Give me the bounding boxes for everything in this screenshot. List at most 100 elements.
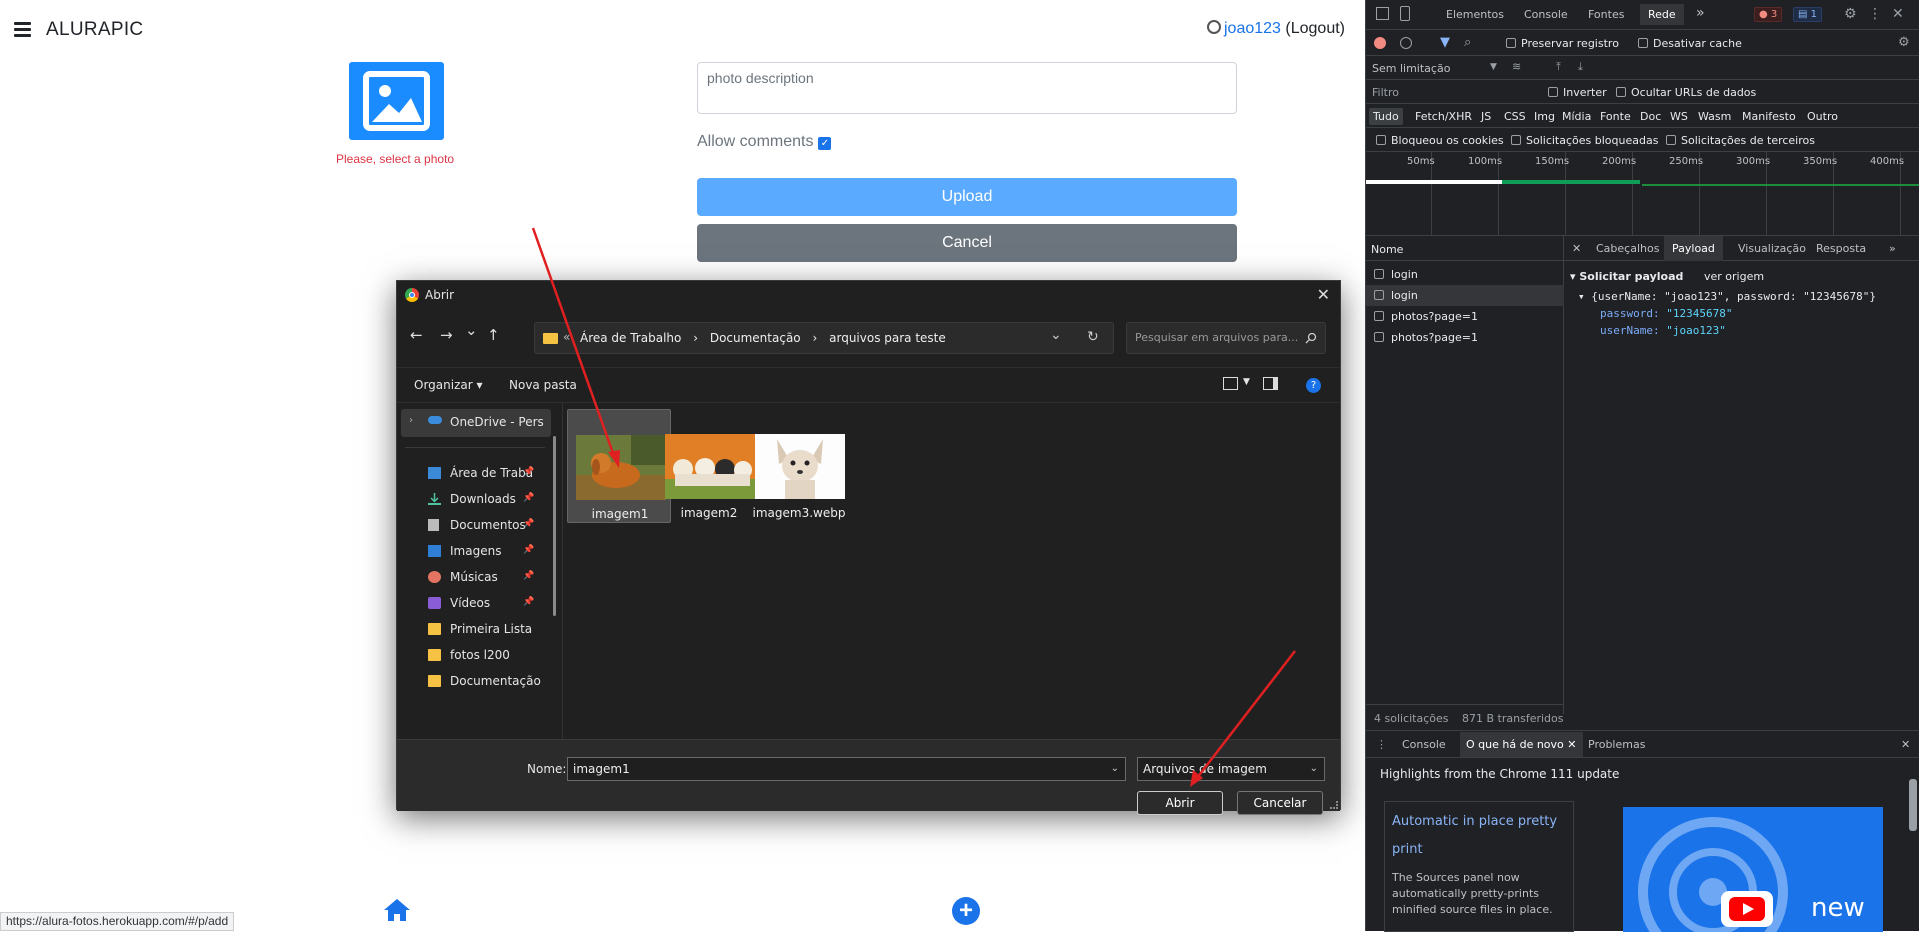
settings-gear-icon[interactable]: ⚙ xyxy=(1844,6,1857,22)
type-filter-img[interactable]: Img xyxy=(1530,108,1559,125)
sidebar-scrollbar[interactable] xyxy=(553,436,556,616)
third-party-checkbox[interactable] xyxy=(1666,135,1676,145)
file-item-imagem3[interactable]: imagem3.webp xyxy=(747,409,851,523)
refresh-icon[interactable]: ↻ xyxy=(1087,329,1099,345)
back-arrow-icon[interactable]: ← xyxy=(410,326,423,344)
throttling-select[interactable]: Sem limitação xyxy=(1372,62,1450,75)
type-filter-font[interactable]: Fonte xyxy=(1596,108,1635,125)
payload-section[interactable]: ▾ Solicitar payload xyxy=(1570,270,1683,283)
tab-network[interactable]: Rede xyxy=(1640,4,1684,25)
close-detail-icon[interactable]: ✕ xyxy=(1572,242,1581,255)
cancel-button[interactable]: Cancel xyxy=(697,224,1237,262)
feature-card[interactable]: Automatic in place pretty print The Sour… xyxy=(1384,801,1574,932)
type-filter-css[interactable]: CSS xyxy=(1500,108,1530,125)
drawer-tab-console[interactable]: Console xyxy=(1402,738,1446,751)
more-detail-tabs-icon[interactable]: » xyxy=(1889,242,1896,255)
invert-filter[interactable]: Inverter xyxy=(1548,86,1607,99)
tab-response[interactable]: Resposta xyxy=(1816,242,1866,255)
drawer-scrollbar[interactable] xyxy=(1907,761,1919,932)
forward-arrow-icon[interactable]: → xyxy=(440,326,453,344)
upload-button[interactable]: Upload xyxy=(697,178,1237,216)
hide-data-urls[interactable]: Ocultar URLs de dados xyxy=(1616,86,1756,99)
blocked-cookies-checkbox[interactable] xyxy=(1376,135,1386,145)
user-link[interactable]: joao123 xyxy=(1224,20,1281,37)
third-party[interactable]: Solicitações de terceiros xyxy=(1666,134,1815,147)
sidebar-item-images[interactable]: Imagens xyxy=(450,544,501,558)
device-toolbar-icon[interactable] xyxy=(1400,6,1410,21)
new-folder-button[interactable]: Nova pasta xyxy=(509,378,577,392)
filetype-select[interactable]: Arquivos de imagem ⌄ xyxy=(1137,757,1325,781)
close-drawer-icon[interactable]: ✕ xyxy=(1901,738,1910,751)
drawer-tab-issues[interactable]: Problemas xyxy=(1588,738,1645,751)
sidebar-item-videos[interactable]: Vídeos xyxy=(450,596,490,610)
more-options-icon[interactable]: ⋮ xyxy=(1868,6,1882,22)
search-icon[interactable]: ⌕ xyxy=(1464,35,1471,50)
add-photo-icon[interactable]: + xyxy=(952,897,980,925)
view-source-link[interactable]: ver origem xyxy=(1704,270,1764,283)
recent-locations-icon[interactable]: ⌄ xyxy=(465,321,478,339)
more-tabs-icon[interactable]: » xyxy=(1696,5,1705,21)
sidebar-item-folder[interactable]: Primeira Lista xyxy=(450,622,532,636)
type-filter-media[interactable]: Mídia xyxy=(1558,108,1595,125)
preview-pane-icon[interactable] xyxy=(1263,377,1278,390)
dialog-titlebar[interactable]: Abrir ✕ xyxy=(397,281,1340,309)
home-icon[interactable] xyxy=(383,898,411,922)
tab-elements[interactable]: Elementos xyxy=(1446,8,1504,21)
chevron-down-icon[interactable]: ⌄ xyxy=(1111,763,1119,774)
export-har-icon[interactable]: ⤓ xyxy=(1578,60,1583,74)
tab-payload[interactable]: Payload xyxy=(1664,236,1723,261)
sidebar-item-music[interactable]: Músicas xyxy=(450,570,498,584)
search-input[interactable]: Pesquisar em arquivos para... xyxy=(1126,322,1326,354)
network-settings-gear-icon[interactable]: ⚙ xyxy=(1898,35,1910,50)
dialog-cancel-button[interactable]: Cancelar xyxy=(1237,791,1323,815)
type-filter-ws[interactable]: WS xyxy=(1666,108,1692,125)
tab-sources[interactable]: Fontes xyxy=(1588,8,1624,21)
close-tab-icon[interactable]: ✕ xyxy=(1567,738,1576,751)
file-item-imagem2[interactable]: imagem2 xyxy=(657,409,761,523)
type-filter-doc[interactable]: Doc xyxy=(1636,108,1665,125)
allow-comments-checkbox[interactable]: ✓ xyxy=(818,137,832,150)
close-icon[interactable]: ✕ xyxy=(1317,285,1330,304)
address-dropdown-icon[interactable]: ⌄ xyxy=(1050,327,1062,343)
import-har-icon[interactable]: ⤒ xyxy=(1556,60,1561,74)
logout-link[interactable]: (Logout) xyxy=(1285,20,1345,37)
tab-preview[interactable]: Visualização xyxy=(1738,242,1806,255)
brand-title[interactable]: ALURAPIC xyxy=(46,19,143,41)
blocked-cookies[interactable]: Bloqueou os cookies xyxy=(1376,134,1504,147)
record-icon[interactable] xyxy=(1374,37,1386,49)
view-mode-icon[interactable] xyxy=(1223,377,1238,390)
filename-input[interactable]: imagem1 ⌄ xyxy=(567,757,1126,781)
tab-console[interactable]: Console xyxy=(1524,8,1568,21)
chevron-down-icon[interactable]: ⌄ xyxy=(1310,763,1318,774)
drawer-menu-icon[interactable]: ⋮ xyxy=(1376,738,1387,751)
type-filter-other[interactable]: Outro xyxy=(1803,108,1842,125)
view-dropdown-icon[interactable]: ▼ xyxy=(1243,377,1250,387)
hide-data-urls-checkbox[interactable] xyxy=(1616,87,1626,97)
sidebar-item-folder[interactable]: Documentação xyxy=(450,674,541,688)
invert-checkbox[interactable] xyxy=(1548,87,1558,97)
blocked-requests[interactable]: Solicitações bloqueadas xyxy=(1511,134,1658,147)
up-arrow-icon[interactable]: ↑ xyxy=(487,326,500,344)
sidebar-item-downloads[interactable]: Downloads xyxy=(450,492,516,506)
address-bar[interactable]: « Área de Trabalho › Documentação › arqu… xyxy=(534,322,1114,354)
type-filter-manifest[interactable]: Manifesto xyxy=(1738,108,1800,125)
network-overview[interactable]: 50ms 100ms 150ms 200ms 250ms 300ms 350ms… xyxy=(1366,152,1919,236)
sidebar-item-onedrive[interactable]: OneDrive - Pers xyxy=(450,415,544,429)
request-row[interactable]: login xyxy=(1366,285,1564,306)
type-filter-all[interactable]: Tudo xyxy=(1369,108,1403,125)
inspect-icon[interactable] xyxy=(1376,7,1389,20)
request-row[interactable]: photos?page=1 xyxy=(1366,306,1564,327)
organize-menu[interactable]: Organizar ▾ xyxy=(414,378,483,392)
type-filter-fetch[interactable]: Fetch/XHR xyxy=(1411,108,1476,125)
video-thumbnail[interactable]: new xyxy=(1623,807,1883,932)
breadcrumb-item[interactable]: Área de Trabalho xyxy=(580,331,681,345)
drawer-tab-whats-new[interactable]: O que há de novo ✕ xyxy=(1460,732,1583,757)
breadcrumb-item[interactable]: Documentação xyxy=(710,331,801,345)
sidebar-item-folder[interactable]: fotos l200 xyxy=(450,648,510,662)
throttling-dropdown-icon[interactable]: ▼ xyxy=(1490,62,1497,72)
request-row[interactable]: login xyxy=(1366,264,1564,285)
network-conditions-icon[interactable]: ≋ xyxy=(1512,60,1521,73)
name-column-header[interactable]: Nome xyxy=(1366,236,1564,261)
photo-placeholder-icon[interactable] xyxy=(349,62,444,140)
tab-headers[interactable]: Cabeçalhos xyxy=(1596,242,1659,255)
